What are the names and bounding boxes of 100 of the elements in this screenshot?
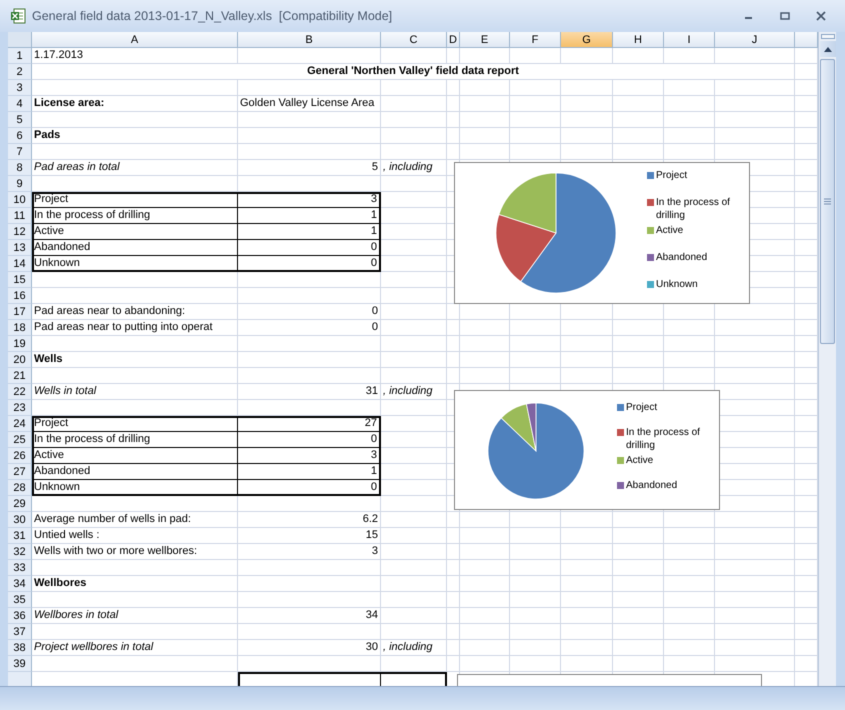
table-cell: [510, 128, 561, 144]
row-header[interactable]: 37: [8, 624, 32, 640]
table-cell: [381, 128, 447, 144]
column-header[interactable]: C: [381, 32, 447, 48]
column-header[interactable]: J: [715, 32, 795, 48]
table-cell: Average number of wells in pad:: [32, 512, 238, 528]
table-cell: [561, 624, 613, 640]
row-header[interactable]: 33: [8, 560, 32, 576]
vertical-scrollbar[interactable]: [818, 32, 836, 686]
row-header[interactable]: 17: [8, 304, 32, 320]
row-header[interactable]: 12: [8, 224, 32, 240]
table-cell: [460, 80, 510, 96]
column-header[interactable]: I: [664, 32, 715, 48]
table-cell: [510, 624, 561, 640]
table-cell: Wells in total: [32, 384, 238, 400]
row-header[interactable]: 22: [8, 384, 32, 400]
legend-swatch: [647, 227, 654, 234]
table-cell: [510, 336, 561, 352]
row-header[interactable]: 16: [8, 288, 32, 304]
table-cell: [613, 48, 664, 64]
row-header[interactable]: 26: [8, 448, 32, 464]
row-header[interactable]: 11: [8, 208, 32, 224]
table-cell: [447, 48, 460, 64]
table-cell: [381, 96, 447, 112]
row-header[interactable]: 9: [8, 176, 32, 192]
scroll-up-button[interactable]: [820, 41, 836, 57]
table-cell: 27: [238, 416, 381, 432]
column-header[interactable]: G: [561, 32, 613, 48]
table-cell: [510, 512, 561, 528]
column-header[interactable]: D: [447, 32, 460, 48]
row-header[interactable]: 5: [8, 112, 32, 128]
column-header[interactable]: B: [238, 32, 381, 48]
table-cell: [664, 560, 715, 576]
row-header[interactable]: 39: [8, 656, 32, 672]
row-header[interactable]: 7: [8, 144, 32, 160]
table-cell: [664, 128, 715, 144]
legend-label: Project: [656, 169, 688, 182]
row-header[interactable]: 38: [8, 640, 32, 656]
row-header[interactable]: 27: [8, 464, 32, 480]
table-cell: [447, 624, 460, 640]
row-header[interactable]: 30: [8, 512, 32, 528]
table-cell: Untied wells :: [32, 528, 238, 544]
row-header[interactable]: 18: [8, 320, 32, 336]
row-header[interactable]: 36: [8, 608, 32, 624]
table-cell: 0: [238, 432, 381, 448]
row-header[interactable]: 28: [8, 480, 32, 496]
table-cell: Abandoned: [32, 464, 238, 480]
table-cell: Pad areas near to abandoning:: [32, 304, 238, 320]
table-cell: [381, 304, 447, 320]
row-header[interactable]: 31: [8, 528, 32, 544]
row-header[interactable]: [8, 672, 32, 686]
row-header[interactable]: 6: [8, 128, 32, 144]
row-header[interactable]: 25: [8, 432, 32, 448]
table-cell: [561, 336, 613, 352]
table-cell: [664, 112, 715, 128]
column-header[interactable]: A: [32, 32, 238, 48]
row-header[interactable]: 2: [8, 64, 32, 80]
table-cell: [381, 656, 447, 672]
row-header[interactable]: 29: [8, 496, 32, 512]
table-cell: [561, 592, 613, 608]
row-header[interactable]: 15: [8, 272, 32, 288]
legend-label: Active: [656, 224, 684, 237]
column-header[interactable]: F: [510, 32, 561, 48]
table-cell: [381, 496, 447, 512]
row-header[interactable]: 34: [8, 576, 32, 592]
table-cell: [381, 624, 447, 640]
row-header[interactable]: 24: [8, 416, 32, 432]
select-all-button[interactable]: [8, 32, 32, 48]
row-header[interactable]: 21: [8, 368, 32, 384]
table-cell: [664, 48, 715, 64]
row-header[interactable]: 8: [8, 160, 32, 176]
table-cell: , including: [381, 384, 447, 400]
row-header[interactable]: 3: [8, 80, 32, 96]
row-header[interactable]: 1: [8, 48, 32, 64]
legend-swatch: [617, 429, 624, 436]
table-cell: In the process of drilling: [32, 208, 238, 224]
table-cell: [613, 656, 664, 672]
table-cell: In the process of drilling: [32, 432, 238, 448]
row-header[interactable]: 32: [8, 544, 32, 560]
row-header[interactable]: 14: [8, 256, 32, 272]
column-header[interactable]: E: [460, 32, 510, 48]
table-cell: Active: [32, 448, 238, 464]
table-cell: [561, 96, 613, 112]
table-cell: [460, 624, 510, 640]
table-cell: [561, 640, 613, 656]
table-cell: [381, 528, 447, 544]
table-cell: [447, 640, 460, 656]
row-header[interactable]: 10: [8, 192, 32, 208]
row-header[interactable]: 13: [8, 240, 32, 256]
legend-swatch: [647, 254, 654, 261]
column-header[interactable]: H: [613, 32, 664, 48]
row-header[interactable]: 23: [8, 400, 32, 416]
row-header[interactable]: 35: [8, 592, 32, 608]
row-header[interactable]: 4: [8, 96, 32, 112]
scroll-thumb[interactable]: [820, 59, 835, 344]
table-cell: 3: [238, 192, 381, 208]
row-header[interactable]: 20: [8, 352, 32, 368]
row-header[interactable]: 19: [8, 336, 32, 352]
table-cell: [447, 96, 460, 112]
table-cell: Unknown: [32, 256, 238, 272]
